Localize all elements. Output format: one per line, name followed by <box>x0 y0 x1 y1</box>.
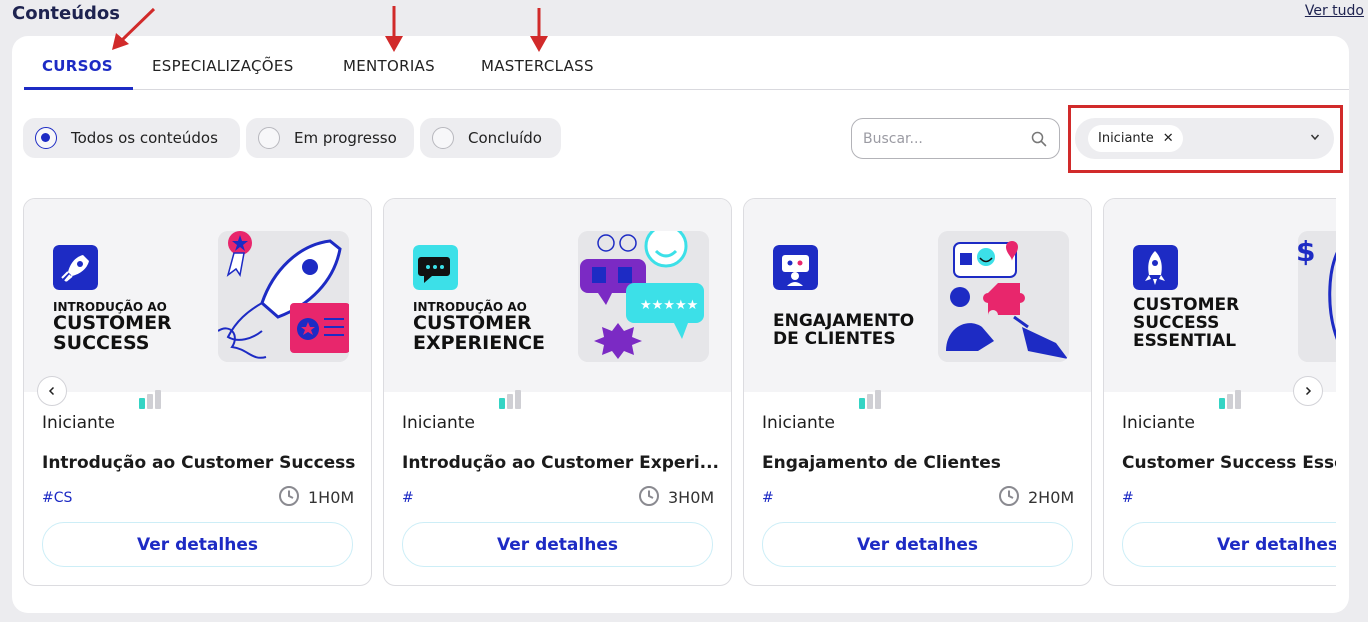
svg-text:★★★★★: ★★★★★ <box>640 298 698 313</box>
course-carousel: INTRODUÇÃO AO CUSTOMER SUCCESS Iniciante… <box>23 198 1336 588</box>
feedback-illustration: ★★★★★ <box>578 231 709 362</box>
annotation-arrow-icon <box>385 6 403 52</box>
hero-line: EXPERIENCE <box>413 331 546 354</box>
filter-in-progress-label: Em progresso <box>294 129 397 147</box>
view-details-button[interactable]: Ver detalhes <box>1122 522 1336 567</box>
clock-icon <box>279 486 299 506</box>
course-tag[interactable]: # <box>402 490 414 506</box>
remove-level-icon[interactable]: ✕ <box>1163 131 1174 146</box>
page-title: Conteúdos <box>12 3 120 24</box>
search-input[interactable] <box>863 130 1023 147</box>
course-title: Customer Success Essential <box>1122 453 1336 473</box>
clock-icon <box>639 486 659 506</box>
hero-line: DE CLIENTES <box>773 328 896 349</box>
course-title: Engajamento de Clientes <box>762 453 1001 473</box>
filter-all-contents[interactable]: Todos os conteúdos <box>23 118 240 158</box>
filter-in-progress[interactable]: Em progresso <box>246 118 414 158</box>
chevron-right-icon <box>1305 386 1312 396</box>
svg-text:$: $ <box>1298 235 1315 268</box>
annotation-arrow-icon <box>530 8 548 52</box>
hero-title: ENGAJAMENTO DE CLIENTES <box>773 312 914 349</box>
carousel-prev-button[interactable] <box>37 376 67 406</box>
view-details-button[interactable]: Ver detalhes <box>762 522 1073 567</box>
level-select[interactable]: Iniciante ✕ <box>1075 118 1334 159</box>
course-thumbnail: CUSTOMER SUCCESS ESSENTIAL $ <box>1104 199 1336 392</box>
course-level: Iniciante <box>42 413 115 433</box>
course-level: Iniciante <box>402 413 475 433</box>
course-thumbnail: INTRODUÇÃO AO CUSTOMER EXPERIENCE ★★★★★ <box>384 199 731 392</box>
course-card: INTRODUÇÃO AO CUSTOMER SUCCESS Iniciante… <box>23 198 372 586</box>
clock-icon <box>999 486 1019 506</box>
hero-title: INTRODUÇÃO AO CUSTOMER SUCCESS <box>53 301 172 353</box>
view-details-button[interactable]: Ver detalhes <box>402 522 713 567</box>
course-thumbnail: ENGAJAMENTO DE CLIENTES <box>744 199 1091 392</box>
carousel-next-button[interactable] <box>1293 376 1323 406</box>
course-tag[interactable]: # <box>1122 490 1134 506</box>
hero-title: CUSTOMER SUCCESS ESSENTIAL <box>1133 296 1239 351</box>
course-tag[interactable]: # <box>762 490 774 506</box>
success-illustration: $ <box>1298 231 1336 362</box>
level-pill: Iniciante ✕ <box>1088 125 1183 152</box>
course-level: Iniciante <box>762 413 835 433</box>
tab-mentorias[interactable]: MENTORIAS <box>343 57 435 75</box>
hero-line: SUCCESS <box>53 331 150 354</box>
active-tab-indicator <box>24 87 133 90</box>
see-all-link[interactable]: Ver tudo <box>1305 3 1364 19</box>
course-title: Introdução ao Customer Experi... <box>402 453 720 473</box>
annotation-arrow-icon <box>112 7 156 50</box>
chevron-down-icon <box>1310 134 1320 141</box>
course-tag[interactable]: #CS <box>42 490 72 506</box>
filter-completed-label: Concluído <box>468 129 542 147</box>
content-tabs: CURSOS ESPECIALIZAÇÕES MENTORIAS MASTERC… <box>24 36 1349 90</box>
hero-line: ESSENTIAL <box>1133 330 1237 351</box>
rocket-icon <box>53 245 98 290</box>
course-thumbnail: INTRODUÇÃO AO CUSTOMER SUCCESS <box>24 199 371 392</box>
engagement-icon <box>773 245 818 290</box>
course-card: ENGAJAMENTO DE CLIENTES Iniciante Engaja… <box>743 198 1092 586</box>
course-duration: 3H0M <box>668 488 715 507</box>
rocket-icon <box>1133 245 1178 290</box>
level-pill-label: Iniciante <box>1098 131 1154 146</box>
chat-icon <box>413 245 458 290</box>
hero-line: SUCCESS <box>1133 312 1220 333</box>
course-duration: 2H0M <box>1028 488 1075 507</box>
tab-masterclass[interactable]: MASTERCLASS <box>481 57 594 75</box>
radio-selected-icon <box>35 127 57 149</box>
hero-line: CUSTOMER <box>53 311 172 334</box>
course-duration: 1H0M <box>308 488 355 507</box>
hero-title: INTRODUÇÃO AO CUSTOMER EXPERIENCE <box>413 301 545 353</box>
filter-all-contents-label: Todos os conteúdos <box>71 129 218 147</box>
course-card: INTRODUÇÃO AO CUSTOMER EXPERIENCE ★★★★★ … <box>383 198 732 586</box>
rocket-illustration <box>218 231 349 362</box>
search-box <box>851 118 1060 159</box>
view-details-button[interactable]: Ver detalhes <box>42 522 353 567</box>
chevron-left-icon <box>48 386 55 396</box>
search-icon[interactable] <box>1031 131 1047 147</box>
hero-line: CUSTOMER <box>413 311 532 334</box>
tab-cursos[interactable]: CURSOS <box>42 57 113 75</box>
radio-empty-icon <box>258 127 280 149</box>
content-panel: CURSOS ESPECIALIZAÇÕES MENTORIAS MASTERC… <box>12 36 1349 613</box>
engagement-illustration <box>938 231 1069 362</box>
course-level: Iniciante <box>1122 413 1195 433</box>
tab-especializacoes[interactable]: ESPECIALIZAÇÕES <box>152 57 294 75</box>
filter-completed[interactable]: Concluído <box>420 118 561 158</box>
radio-empty-icon <box>432 127 454 149</box>
course-title: Introdução ao Customer Success <box>42 453 356 473</box>
